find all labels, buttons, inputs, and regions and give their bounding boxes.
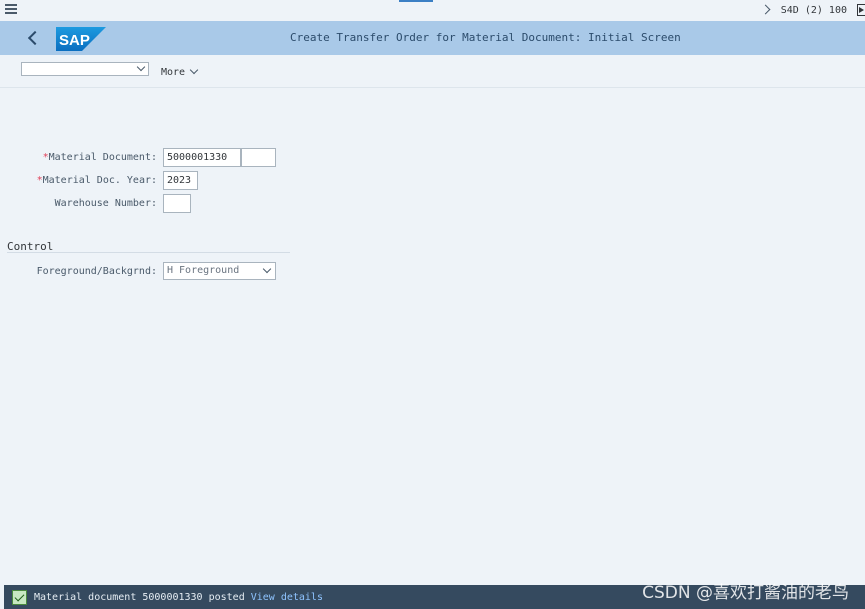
warehouse-number-label: Warehouse Number:	[54, 198, 157, 209]
chevron-down-icon	[189, 65, 199, 75]
section-divider	[7, 252, 290, 253]
warehouse-number-input[interactable]	[163, 194, 191, 213]
material-document-label: *Material Document:	[42, 152, 157, 163]
toolbar: More	[0, 55, 865, 88]
material-doc-year-label: *Material Doc. Year:	[36, 175, 157, 186]
play-icon[interactable]	[857, 4, 865, 16]
more-button[interactable]: More	[161, 65, 199, 79]
material-document-item-input[interactable]	[241, 148, 276, 167]
watermark: CSDN @喜欢打酱油的老鸟	[642, 583, 849, 603]
chevron-down-icon	[262, 264, 272, 274]
chevron-down-icon	[136, 62, 146, 72]
top-bar: S4D (2) 100	[0, 0, 865, 21]
material-document-input[interactable]: 5000001330	[163, 148, 241, 167]
foreground-background-dropdown[interactable]: H Foreground	[163, 262, 276, 280]
shell-bar: SAP Create Transfer Order for Material D…	[0, 21, 865, 55]
system-info: S4D (2) 100	[780, 4, 847, 16]
chevron-right-icon[interactable]	[759, 3, 773, 17]
toolbar-select[interactable]	[21, 62, 149, 76]
top-right-area: S4D (2) 100	[759, 2, 865, 18]
page-title: Create Transfer Order for Material Docum…	[290, 31, 681, 44]
material-doc-year-input[interactable]: 2023	[163, 171, 198, 190]
success-check-icon	[12, 589, 27, 605]
hamburger-menu-icon[interactable]	[4, 2, 18, 16]
view-details-link[interactable]: View details	[251, 592, 323, 603]
status-message: Material document 5000001330 posted	[34, 591, 245, 603]
svg-text:SAP: SAP	[59, 32, 90, 49]
sap-logo: SAP	[56, 27, 106, 51]
foreground-background-value: H Foreground	[167, 265, 240, 276]
back-button[interactable]	[24, 30, 42, 46]
foreground-background-label: Foreground/Backgrnd:	[36, 266, 157, 277]
active-tab-indicator	[399, 0, 433, 2]
more-label: More	[161, 66, 186, 78]
